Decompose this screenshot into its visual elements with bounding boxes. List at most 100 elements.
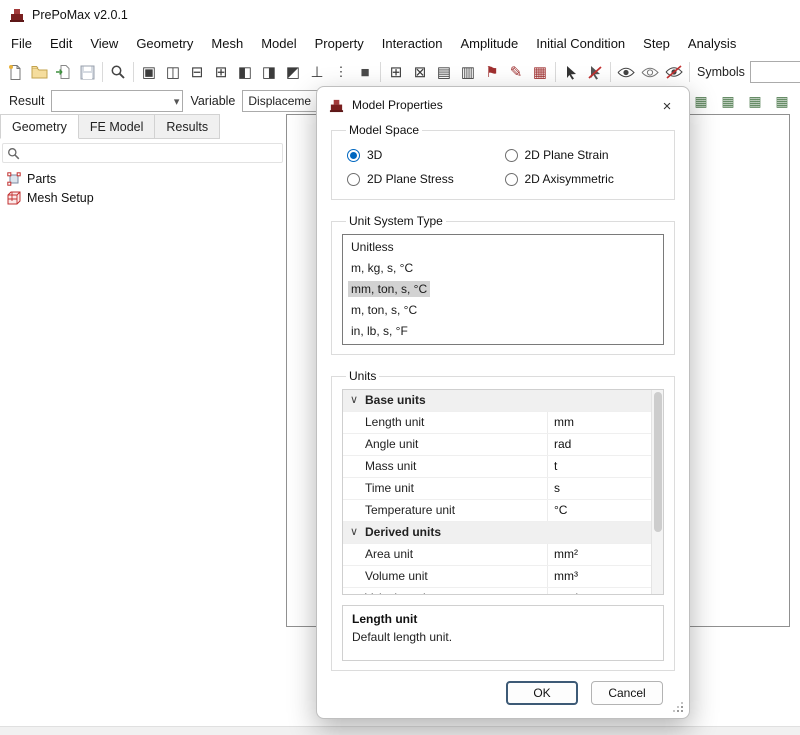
menu-file[interactable]: File: [2, 31, 41, 56]
menu-view[interactable]: View: [81, 31, 127, 56]
menu-initial-condition[interactable]: Initial Condition: [527, 31, 634, 56]
split-view-icon[interactable]: ◫: [161, 60, 185, 84]
save-icon[interactable]: [75, 60, 99, 84]
tree-search-box[interactable]: [2, 143, 283, 163]
solid-cube-icon[interactable]: ■: [353, 60, 377, 84]
edit-annotations-icon[interactable]: ✎: [504, 60, 528, 84]
dialog-title-bar[interactable]: Model Properties: [317, 87, 689, 123]
renumber-icon[interactable]: ▦: [528, 60, 552, 84]
menu-interaction[interactable]: Interaction: [373, 31, 452, 56]
list-item-m-ton-s[interactable]: m, ton, s, °C: [344, 300, 662, 321]
close-icon[interactable]: ×: [656, 95, 678, 117]
mesh-view-icon[interactable]: ▥: [456, 60, 480, 84]
list-item-in-lb-s[interactable]: in, lb, s, °F: [344, 321, 662, 342]
remove-query-icon[interactable]: [583, 60, 607, 84]
property-row-temperature-unit[interactable]: Temperature unit °C: [343, 500, 651, 522]
cancel-button[interactable]: Cancel: [591, 681, 663, 705]
list-item-mm-ton-s[interactable]: mm, ton, s, °C: [344, 279, 662, 300]
tab-fe-model[interactable]: FE Model: [78, 114, 156, 139]
tree-item-mesh-setup[interactable]: Mesh Setup: [7, 188, 286, 207]
dialog-footer: OK Cancel: [506, 681, 663, 705]
corner-view-icon[interactable]: ◩: [281, 60, 305, 84]
new-model-icon[interactable]: [3, 60, 27, 84]
tree-item-parts[interactable]: Parts: [7, 169, 286, 188]
result-table-icon[interactable]: ▦: [716, 89, 740, 113]
property-label: Velocity unit: [343, 588, 548, 594]
category-row-derived-units[interactable]: ∨ Derived units: [343, 522, 651, 544]
hide-icon[interactable]: [662, 60, 686, 84]
result-table-icon[interactable]: ▦: [743, 89, 767, 113]
menu-amplitude[interactable]: Amplitude: [451, 31, 527, 56]
property-label: Time unit: [343, 478, 548, 499]
radio-2d-plane-stress[interactable]: 2D Plane Stress: [347, 172, 505, 186]
radio-2d-plane-strain[interactable]: 2D Plane Strain: [504, 148, 663, 162]
list-item-unitless[interactable]: Unitless: [344, 237, 662, 258]
menu-model[interactable]: Model: [252, 31, 305, 56]
property-row-length-unit[interactable]: Length unit mm: [343, 412, 651, 434]
result-table-icon[interactable]: ▦: [770, 89, 794, 113]
menu-edit[interactable]: Edit: [41, 31, 81, 56]
open-file-icon[interactable]: [27, 60, 51, 84]
menu-geometry[interactable]: Geometry: [127, 31, 202, 56]
property-value[interactable]: °C: [548, 500, 651, 521]
tab-geometry[interactable]: Geometry: [0, 114, 79, 139]
menu-step[interactable]: Step: [634, 31, 679, 56]
description-title: Length unit: [352, 612, 418, 626]
property-value[interactable]: mm: [548, 412, 651, 433]
chevron-down-icon[interactable]: ∨: [343, 390, 365, 411]
right-view-icon[interactable]: ◨: [257, 60, 281, 84]
overflow-dots-icon[interactable]: ⋮: [329, 60, 353, 84]
property-label: Volume unit: [343, 566, 548, 587]
menu-analysis[interactable]: Analysis: [679, 31, 745, 56]
list-item-label: m, ton, s, °C: [351, 303, 418, 317]
query-icon[interactable]: [559, 60, 583, 84]
zoom-to-fit-icon[interactable]: [106, 60, 130, 84]
property-value[interactable]: t: [548, 456, 651, 477]
menu-property[interactable]: Property: [306, 31, 373, 56]
show-only-icon[interactable]: [638, 60, 662, 84]
tab-results[interactable]: Results: [155, 114, 221, 139]
back-view-icon[interactable]: ⊟: [185, 60, 209, 84]
property-value[interactable]: rad: [548, 434, 651, 455]
radio-2d-axisymmetric[interactable]: 2D Axisymmetric: [504, 172, 663, 186]
section-view-icon[interactable]: ⚑: [480, 60, 504, 84]
grid-scrollbar[interactable]: [651, 390, 663, 594]
property-row-velocity-unit[interactable]: Velocity unit mm/s: [343, 588, 651, 594]
import-file-icon[interactable]: [51, 60, 75, 84]
property-row-mass-unit[interactable]: Mass unit t: [343, 456, 651, 478]
app-logo-icon: [9, 7, 25, 23]
front-view-icon[interactable]: ▣: [137, 60, 161, 84]
property-value[interactable]: mm³: [548, 566, 651, 587]
property-row-time-unit[interactable]: Time unit s: [343, 478, 651, 500]
edges-view-icon[interactable]: ⊠: [408, 60, 432, 84]
radio-button-icon: [347, 172, 360, 186]
property-value[interactable]: mm/s: [548, 588, 651, 594]
left-view-icon[interactable]: ◧: [233, 60, 257, 84]
property-row-volume-unit[interactable]: Volume unit mm³: [343, 566, 651, 588]
menu-mesh[interactable]: Mesh: [202, 31, 252, 56]
show-icon[interactable]: [614, 60, 638, 84]
search-input[interactable]: [24, 146, 278, 160]
property-value[interactable]: s: [548, 478, 651, 499]
wireframe-view-icon[interactable]: ⊞: [384, 60, 408, 84]
units-group: Units ∨ Base units Length unit mm Angle …: [331, 369, 675, 671]
result-combobox[interactable]: ▾: [51, 90, 184, 112]
grid-scrollbar-thumb[interactable]: [654, 392, 662, 532]
datum-plane-icon[interactable]: ⊥: [305, 60, 329, 84]
property-row-angle-unit[interactable]: Angle unit rad: [343, 434, 651, 456]
category-row-base-units[interactable]: ∨ Base units: [343, 390, 651, 412]
result-table-icon[interactable]: ▦: [689, 89, 713, 113]
main-toolbar: ▣ ◫ ⊟ ⊞ ◧ ◨ ◩ ⊥ ⋮ ■ ⊞ ⊠ ▤ ▥ ⚑ ✎ ▦ Symbol…: [0, 57, 800, 87]
ok-button[interactable]: OK: [506, 681, 578, 705]
chevron-down-icon[interactable]: ∨: [343, 522, 365, 543]
resize-grip[interactable]: [673, 702, 683, 712]
toolbar-separator: [689, 62, 690, 82]
shaded-view-icon[interactable]: ▤: [432, 60, 456, 84]
radio-3d[interactable]: 3D: [347, 148, 505, 162]
status-bar: [0, 726, 800, 735]
property-value[interactable]: mm²: [548, 544, 651, 565]
list-item-m-kg-s[interactable]: m, kg, s, °C: [344, 258, 662, 279]
property-row-area-unit[interactable]: Area unit mm²: [343, 544, 651, 566]
symbols-combobox[interactable]: ▾: [749, 61, 800, 83]
iso-view-icon[interactable]: ⊞: [209, 60, 233, 84]
